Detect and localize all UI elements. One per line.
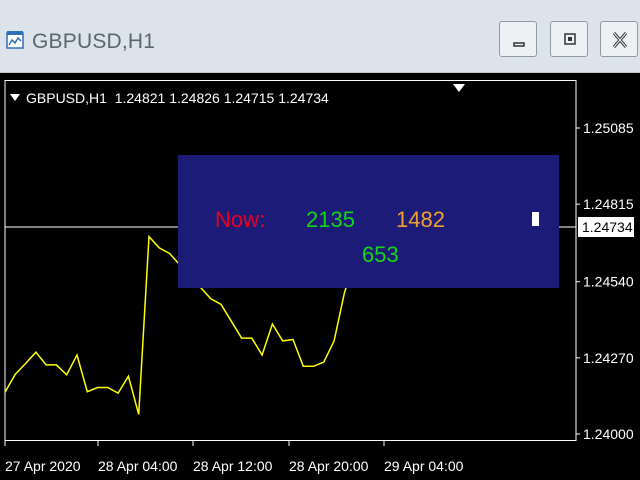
y-tick-label: 1.24270: [583, 350, 634, 366]
y-tick-label: 1.25085: [583, 120, 634, 136]
y-tick-label: 1.24000: [583, 426, 634, 442]
value-green: 2135: [306, 207, 355, 232]
x-tick-label: 29 Apr 04:00: [384, 458, 464, 474]
chart-header: GBPUSD,H1 1.24821 1.24826 1.24715 1.2473…: [10, 90, 329, 106]
chart-shift-marker[interactable]: [453, 84, 465, 92]
chart-ohlc: 1.24821 1.24826 1.24715 1.24734: [114, 90, 329, 106]
y-tick-label: 1.24815: [583, 196, 634, 212]
x-tick-label: 28 Apr 04:00: [98, 458, 178, 474]
x-tick-label: 27 Apr 2020: [5, 458, 81, 474]
collapse-triangle-icon[interactable]: [10, 94, 20, 101]
x-tick-label: 28 Apr 12:00: [193, 458, 273, 474]
panel-marker[interactable]: [532, 212, 539, 226]
info-panel: Now: 2135 1482 653: [178, 155, 559, 288]
now-label: Now:: [215, 207, 266, 232]
x-tick-label: 28 Apr 20:00: [289, 458, 369, 474]
value-green-2: 653: [362, 242, 399, 267]
chart-symbol: GBPUSD,H1: [26, 90, 107, 106]
y-tick-label: 1.24540: [583, 274, 634, 290]
current-price-label: 1.24734: [578, 216, 634, 237]
value-orange: 1482: [396, 207, 445, 232]
